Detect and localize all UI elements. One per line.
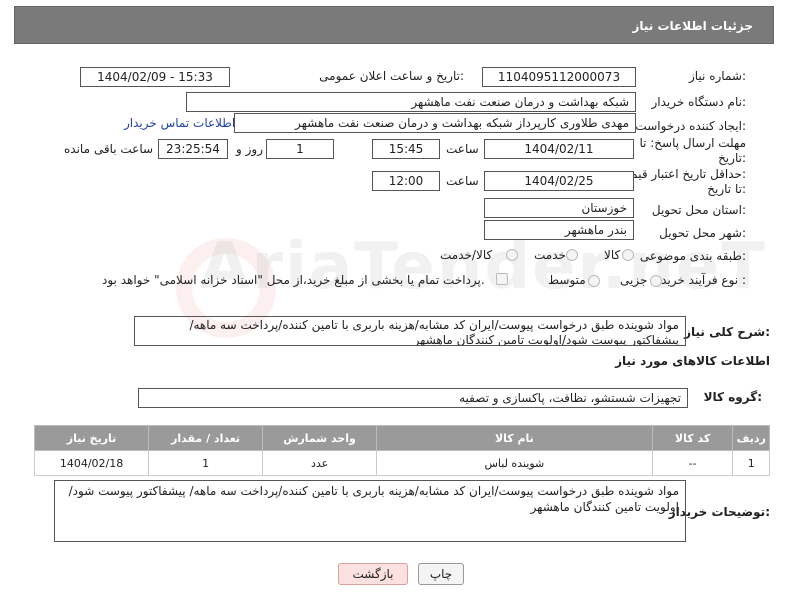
col-goods-name: نام کالا: [376, 425, 653, 451]
validity-label-line1: حداقل تاریخ اعتبار قیمت:: [619, 167, 746, 181]
deadline-label-line2: تاریخ:: [718, 151, 746, 165]
goods-section-title: اطلاعات کالاهای مورد نیاز: [615, 354, 770, 368]
back-button[interactable]: بازگشت: [338, 563, 408, 585]
description-label: شرح کلی نیاز:: [684, 325, 770, 339]
category-both-label: کالا/خدمت: [440, 248, 493, 262]
cell-need-date: 1404/02/18: [33, 450, 150, 476]
validity-time-word: ساعت: [446, 174, 479, 188]
days-word: روز و: [236, 142, 263, 156]
col-need-date: تاریخ نیاز: [33, 425, 150, 451]
col-row-number: ردیف: [732, 425, 770, 451]
category-both-radio[interactable]: [506, 249, 518, 261]
category-goods-label: کالا: [604, 248, 621, 262]
province-field: خوزستان: [484, 198, 634, 218]
goods-group-label: گروه کالا:: [703, 390, 762, 404]
announce-datetime-field: 1404/02/09 - 15:33: [80, 67, 230, 87]
remaining-time-field: 23:25:54: [158, 139, 228, 159]
need-number-label: شماره نیاز:: [688, 69, 746, 83]
deadline-time-field: 15:45: [372, 139, 440, 159]
print-button[interactable]: چاپ: [418, 563, 464, 585]
validity-date-field: 1404/02/25: [484, 171, 634, 191]
process-minor-label: جزیی: [620, 273, 648, 287]
buyer-notes-textarea[interactable]: مواد شوینده طبق درخواست پیوست/ایران کد م…: [54, 480, 686, 542]
creator-field: مهدی طلاوری کارپرداز شبکه بهداشت و درمان…: [234, 113, 636, 133]
cell-quantity: 1: [148, 450, 264, 476]
cell-unit: عدد: [262, 450, 378, 476]
col-unit: واحد شمارش: [262, 425, 378, 451]
buyer-contact-link[interactable]: اطلاعات تماس خریدار: [124, 116, 235, 130]
category-service-radio[interactable]: [566, 249, 578, 261]
col-quantity: تعداد / مقدار: [148, 425, 264, 451]
cell-goods-name: شوینده لباس: [376, 450, 653, 476]
goods-table: ردیف کد کالا نام کالا واحد شمارش تعداد /…: [33, 425, 770, 476]
city-field: بندر ماهشهر: [484, 220, 634, 240]
watermark-text: AriaTender.neT: [200, 230, 767, 304]
days-remaining-field: 1: [266, 139, 334, 159]
buyer-org-label: نام دستگاه خریدار:: [651, 95, 747, 109]
table-header-row: ردیف کد کالا نام کالا واحد شمارش تعداد /…: [33, 425, 770, 451]
process-label: نوع فرآیند خرید :: [661, 273, 746, 287]
validity-label-line2: تا تاریخ:: [707, 182, 746, 196]
buyer-org-field: شبکه بهداشت و درمان صنعت نفت ماهشهر: [186, 92, 636, 112]
process-minor-radio[interactable]: [650, 275, 662, 287]
province-label: استان محل تحویل:: [651, 203, 746, 217]
category-service-label: خدمت: [534, 248, 566, 262]
deadline-label-line1: مهلت ارسال پاسخ: تا: [639, 136, 746, 150]
category-label: طبقه بندی موضوعی:: [639, 249, 746, 263]
details-panel-header: جزئیات اطلاعات نیاز: [14, 6, 774, 44]
remaining-word: ساعت باقی مانده: [64, 142, 154, 156]
treasury-payment-checkbox[interactable]: [496, 273, 508, 285]
deadline-time-word: ساعت: [446, 142, 479, 156]
creator-label: ایجاد کننده درخواست:: [635, 119, 746, 133]
cell-goods-code: --: [651, 450, 734, 476]
description-textarea[interactable]: مواد شوینده طبق درخواست پیوست/ایران کد م…: [134, 316, 686, 346]
panel-title: جزئیات اطلاعات نیاز: [632, 19, 753, 33]
announce-label: تاریخ و ساعت اعلان عمومی:: [319, 69, 464, 83]
col-goods-code: کد کالا: [651, 425, 734, 451]
validity-time-field: 12:00: [372, 171, 440, 191]
deadline-date-field: 1404/02/11: [484, 139, 634, 159]
payment-note: پرداخت تمام یا بخشی از مبلغ خرید،از محل …: [102, 273, 485, 287]
goods-group-field: تجهیزات شستشو، نظافت، پاکسازی و تصفیه: [138, 388, 688, 408]
table-row: 1 -- شوینده لباس عدد 1 1404/02/18: [33, 450, 770, 476]
cell-row-number: 1: [732, 450, 770, 476]
process-medium-label: متوسط: [548, 273, 586, 287]
city-label: شهر محل تحویل:: [659, 226, 746, 240]
need-number-field: 1104095112000073: [482, 67, 636, 87]
category-goods-radio[interactable]: [622, 249, 634, 261]
process-medium-radio[interactable]: [588, 275, 600, 287]
